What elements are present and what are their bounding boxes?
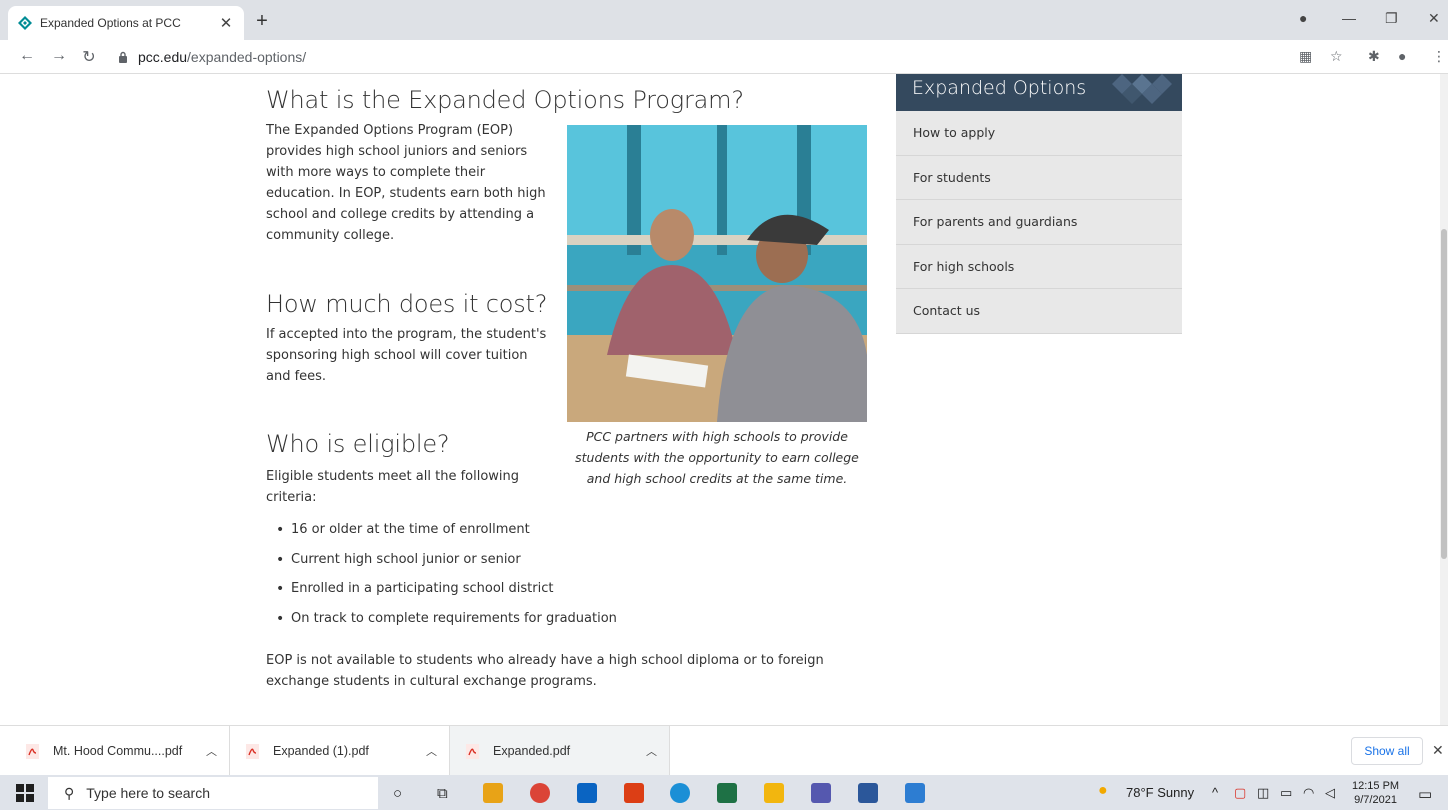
windows-taskbar: ⚲ Type here to search ○ ⧉ ● 78°F Sunny ^… <box>0 775 1448 810</box>
back-icon[interactable]: ← <box>18 47 36 65</box>
download-item[interactable]: Expanded.pdf ︿ <box>450 726 670 776</box>
sidebar-item-contact-us[interactable]: Contact us <box>896 289 1182 334</box>
minimize-icon[interactable]: — <box>1342 10 1356 26</box>
sidebar-title: Expanded Options <box>896 74 1182 111</box>
pdf-file-icon <box>26 743 39 759</box>
wifi-icon[interactable]: ◠ <box>1303 785 1314 801</box>
browser-tab-strip: Expanded Options at PCC ✕ + ● — ❐ ✕ <box>0 0 1448 40</box>
clock-date: 9/7/2021 <box>1354 794 1397 806</box>
volume-icon[interactable]: ◁ <box>1325 785 1335 801</box>
heading-what-is-eop: What is the Expanded Options Program? <box>266 86 744 114</box>
chevron-up-icon[interactable]: ︿ <box>206 743 217 759</box>
profile-avatar-icon[interactable]: ● <box>1398 48 1406 64</box>
sidebar-item-for-students[interactable]: For students <box>896 155 1182 200</box>
list-item: • On track to complete requirements for g… <box>276 610 617 627</box>
browser-tab[interactable]: Expanded Options at PCC ✕ <box>8 6 244 40</box>
web-page: What is the Expanded Options Program? Th… <box>0 74 1440 725</box>
tab-title: Expanded Options at PCC <box>40 16 181 30</box>
reload-icon[interactable]: ↻ <box>80 47 98 67</box>
downloads-bar: Mt. Hood Commu....pdf ︿ Expanded (1).pdf… <box>0 725 1448 776</box>
sidebar-item-how-to-apply[interactable]: How to apply <box>896 111 1182 156</box>
office-tray-icon[interactable]: ▢ <box>1234 785 1246 801</box>
windows-start-icon[interactable] <box>16 784 34 802</box>
browser-toolbar: ← → ↻ pcc.edu/expanded-options/ ▦ ☆ ✱ ● … <box>0 40 1448 74</box>
show-all-downloads-button[interactable]: Show all <box>1351 737 1423 765</box>
profile-circle-icon[interactable]: ● <box>1299 10 1307 26</box>
tab-close-icon[interactable]: ✕ <box>218 14 234 32</box>
pcc-favicon-icon <box>18 16 32 30</box>
menu-kebab-icon[interactable]: ⋮ <box>1432 48 1446 65</box>
diamond-pattern-decoration <box>1112 74 1172 104</box>
student-advisor-photo <box>567 125 867 422</box>
download-item[interactable]: Mt. Hood Commu....pdf ︿ <box>0 726 230 776</box>
list-item: • Enrolled in a participating school dist… <box>276 581 554 597</box>
sidebar-item-for-parents[interactable]: For parents and guardians <box>896 200 1182 245</box>
paragraph-what-is-eop: The Expanded Options Program (EOP) provi… <box>266 123 546 243</box>
list-item: • 16 or older at the time of enrollment <box>276 522 530 538</box>
search-placeholder: Type here to search <box>86 785 211 801</box>
sidebar-item-for-high-schools[interactable]: For high schools <box>896 244 1182 289</box>
list-item: • Current high school junior or senior <box>276 551 521 568</box>
show-hidden-icons-icon[interactable]: ^ <box>1212 785 1218 800</box>
url-host: pcc.edu <box>138 49 188 65</box>
eligibility-criteria-list: • 16 or older at the time of enrollment •… <box>276 522 617 640</box>
address-bar[interactable]: pcc.edu/expanded-options/ <box>110 44 1285 70</box>
edge-icon[interactable] <box>670 783 690 803</box>
chevron-up-icon[interactable]: ︿ <box>426 743 437 759</box>
photo-caption: PCC partners with high schools to provid… <box>575 429 859 486</box>
close-window-icon[interactable]: ✕ <box>1428 10 1440 27</box>
download-filename: Expanded (1).pdf <box>273 744 369 758</box>
taskbar-clock[interactable]: 12:15 PM 9/7/2021 <box>1352 779 1399 807</box>
word-icon[interactable] <box>858 783 878 803</box>
sidebar-nav: Expanded Options How to apply For studen… <box>896 74 1182 334</box>
file-explorer-icon[interactable] <box>483 783 503 803</box>
weather-text[interactable]: 78°F Sunny <box>1126 785 1194 800</box>
outlook-icon[interactable] <box>577 783 597 803</box>
notifications-icon[interactable]: ▭ <box>1418 785 1432 803</box>
heading-eligibility: Who is eligible? <box>266 430 450 458</box>
paragraph-eligibility: Eligible students meet all the following… <box>266 469 520 505</box>
chrome-icon[interactable] <box>530 783 550 803</box>
sidebar-title-text: Expanded Options <box>912 77 1087 99</box>
page-scrollbar[interactable] <box>1440 74 1448 725</box>
lock-icon <box>119 51 127 63</box>
cortana-icon[interactable]: ○ <box>393 785 402 802</box>
meet-now-icon[interactable]: ◫ <box>1257 785 1269 801</box>
close-downloads-icon[interactable]: ✕ <box>1432 742 1444 759</box>
pdf-file-icon <box>466 743 479 759</box>
pdf-file-icon <box>246 743 259 759</box>
download-filename: Mt. Hood Commu....pdf <box>53 744 183 758</box>
forward-icon[interactable]: → <box>50 47 68 65</box>
office-icon[interactable] <box>624 783 644 803</box>
clock-time: 12:15 PM <box>1352 780 1400 792</box>
teams-icon[interactable] <box>811 783 831 803</box>
chevron-up-icon[interactable]: ︿ <box>646 743 657 759</box>
paragraph-cost: If accepted into the program, the studen… <box>266 327 547 384</box>
scrollbar-thumb[interactable] <box>1441 229 1447 559</box>
photos-icon[interactable] <box>905 783 925 803</box>
search-icon: ⚲ <box>64 784 75 801</box>
url-path: /expanded-options/ <box>187 49 307 65</box>
download-filename: Expanded.pdf <box>493 744 571 758</box>
taskbar-search-box[interactable]: ⚲ Type here to search <box>48 777 378 809</box>
download-item[interactable]: Expanded (1).pdf ︿ <box>230 726 450 776</box>
sun-weather-icon[interactable]: ● <box>1098 782 1108 800</box>
heading-cost: How much does it cost? <box>266 290 548 318</box>
battery-icon[interactable]: ▭ <box>1280 785 1292 801</box>
restore-icon[interactable]: ❐ <box>1385 10 1398 27</box>
paragraph-not-available: EOP is not available to students who alr… <box>266 653 824 689</box>
sticky-notes-icon[interactable] <box>764 783 784 803</box>
extensions-puzzle-icon[interactable]: ✱ <box>1368 48 1380 65</box>
new-tab-icon[interactable]: + <box>252 10 272 33</box>
bookmark-star-icon[interactable]: ☆ <box>1330 48 1343 65</box>
task-view-icon[interactable]: ⧉ <box>437 785 448 802</box>
qr-code-icon[interactable]: ▦ <box>1299 48 1312 65</box>
excel-icon[interactable] <box>717 783 737 803</box>
